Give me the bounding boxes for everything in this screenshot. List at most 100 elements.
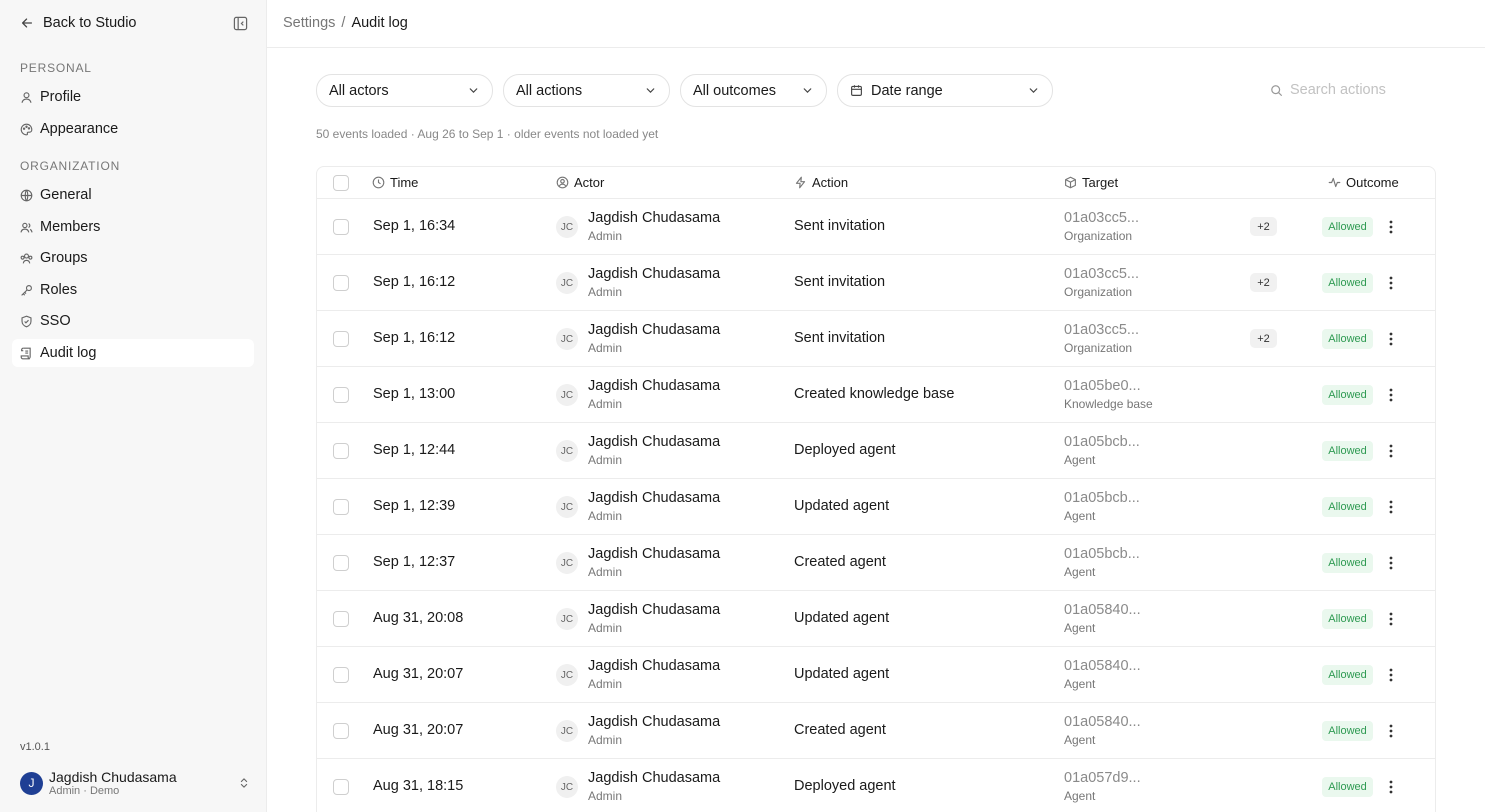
row-checkbox[interactable] <box>333 779 349 795</box>
table-row[interactable]: Aug 31, 20:08 JC Jagdish Chudasama Admin… <box>317 591 1435 647</box>
target-id[interactable]: 01a03cc5... <box>1064 322 1139 338</box>
row-actions-button[interactable] <box>1383 385 1399 405</box>
breadcrumb-audit-log: Audit log <box>351 15 408 31</box>
more-vertical-icon <box>1389 444 1393 458</box>
table-row[interactable]: Sep 1, 16:12 JC Jagdish Chudasama Admin … <box>317 255 1435 311</box>
event-action: Updated agent <box>794 498 890 514</box>
row-actions-button[interactable] <box>1383 553 1399 573</box>
column-header-outcome[interactable]: Outcome <box>1328 175 1399 190</box>
app-version: v1.0.1 <box>20 741 50 753</box>
search-box <box>1270 80 1440 100</box>
sidebar-item-label: Members <box>40 219 101 235</box>
row-actions-button[interactable] <box>1383 441 1399 461</box>
row-actions-button[interactable] <box>1383 329 1399 349</box>
row-actions-button[interactable] <box>1383 665 1399 685</box>
table-row[interactable]: Sep 1, 13:00 JC Jagdish Chudasama Admin … <box>317 367 1435 423</box>
event-action: Sent invitation <box>794 274 886 290</box>
target-id[interactable]: 01a05bcb... <box>1064 434 1140 450</box>
more-targets-badge[interactable]: +2 <box>1250 217 1277 236</box>
table-row[interactable]: Sep 1, 12:39 JC Jagdish Chudasama Admin … <box>317 479 1435 535</box>
outcome-badge: Allowed <box>1322 777 1373 797</box>
sidebar-item-audit-log[interactable]: Audit log <box>12 339 254 367</box>
actor-role: Admin <box>588 789 623 803</box>
actor-avatar: JC <box>556 776 578 798</box>
row-checkbox[interactable] <box>333 443 349 459</box>
column-header-action[interactable]: Action <box>794 175 848 190</box>
back-to-studio-button[interactable]: Back to Studio <box>20 15 137 31</box>
actors-filter[interactable]: All actors <box>316 74 493 107</box>
search-actions-input[interactable] <box>1290 82 1430 98</box>
more-vertical-icon <box>1389 612 1393 626</box>
table-row[interactable]: Aug 31, 18:15 JC Jagdish Chudasama Admin… <box>317 759 1435 812</box>
sidebar-item-profile[interactable]: Profile <box>12 83 254 111</box>
column-header-actor[interactable]: Actor <box>556 175 604 190</box>
actions-filter[interactable]: All actions <box>503 74 670 107</box>
more-targets-badge[interactable]: +2 <box>1250 329 1277 348</box>
column-header-time[interactable]: Time <box>372 175 418 190</box>
breadcrumb-settings[interactable]: Settings <box>283 15 335 31</box>
more-vertical-icon <box>1389 220 1393 234</box>
sidebar-item-groups[interactable]: Groups <box>12 244 254 272</box>
target-id[interactable]: 01a03cc5... <box>1064 266 1139 282</box>
date-range-filter[interactable]: Date range <box>837 74 1053 107</box>
target-id[interactable]: 01a05840... <box>1064 714 1141 730</box>
search-icon <box>1271 84 1282 96</box>
target-id[interactable]: 01a05bcb... <box>1064 546 1140 562</box>
row-checkbox[interactable] <box>333 331 349 347</box>
row-checkbox[interactable] <box>333 387 349 403</box>
outcomes-filter[interactable]: All outcomes <box>680 74 827 107</box>
row-actions-button[interactable] <box>1383 497 1399 517</box>
row-actions-button[interactable] <box>1383 609 1399 629</box>
target-id[interactable]: 01a05bcb... <box>1064 490 1140 506</box>
table-row[interactable]: Sep 1, 12:44 JC Jagdish Chudasama Admin … <box>317 423 1435 479</box>
row-actions-button[interactable] <box>1383 777 1399 797</box>
target-id[interactable]: 01a05be0... <box>1064 378 1141 394</box>
select-all-checkbox[interactable] <box>333 175 349 191</box>
table-row[interactable]: Aug 31, 20:07 JC Jagdish Chudasama Admin… <box>317 703 1435 759</box>
sidebar-item-sso[interactable]: SSO <box>12 307 254 335</box>
more-vertical-icon <box>1389 668 1393 682</box>
row-checkbox[interactable] <box>333 611 349 627</box>
row-checkbox[interactable] <box>333 499 349 515</box>
actor-role: Admin <box>588 285 623 299</box>
sidebar-item-label: Roles <box>40 282 78 298</box>
column-header-target[interactable]: Target <box>1064 175 1118 190</box>
sidebar-item-general[interactable]: General <box>12 181 254 209</box>
target-id[interactable]: 01a05840... <box>1064 602 1141 618</box>
row-actions-button[interactable] <box>1383 273 1399 293</box>
row-checkbox[interactable] <box>333 219 349 235</box>
target-id[interactable]: 01a05840... <box>1064 658 1141 674</box>
user-menu[interactable]: J Jagdish Chudasama Admin · Demo <box>20 768 250 798</box>
row-actions-button[interactable] <box>1383 721 1399 741</box>
actor-avatar: JC <box>556 384 578 406</box>
more-vertical-icon <box>1389 276 1393 290</box>
row-checkbox[interactable] <box>333 275 349 291</box>
sidebar-item-members[interactable]: Members <box>12 213 254 241</box>
actor-name: Jagdish Chudasama <box>588 770 721 786</box>
chevrons-up-down-icon <box>240 778 248 788</box>
user-role-org: Admin · Demo <box>49 784 120 797</box>
sidebar-item-appearance[interactable]: Appearance <box>12 115 254 143</box>
row-checkbox[interactable] <box>333 555 349 571</box>
row-actions-button[interactable] <box>1383 217 1399 237</box>
top-bar: Settings / Audit log <box>267 0 1485 48</box>
sidebar-item-label: General <box>40 187 92 203</box>
row-checkbox[interactable] <box>333 667 349 683</box>
more-targets-badge[interactable]: +2 <box>1250 273 1277 292</box>
row-checkbox[interactable] <box>333 723 349 739</box>
table-row[interactable]: Aug 31, 20:07 JC Jagdish Chudasama Admin… <box>317 647 1435 703</box>
target-id[interactable]: 01a057d9... <box>1064 770 1141 786</box>
chevron-down-icon <box>646 88 655 93</box>
section-label-personal: PERSONAL <box>20 61 92 75</box>
target-type: Agent <box>1064 565 1096 579</box>
event-time: Sep 1, 13:00 <box>373 386 456 402</box>
table-row[interactable]: Sep 1, 16:34 JC Jagdish Chudasama Admin … <box>317 199 1435 255</box>
table-row[interactable]: Sep 1, 16:12 JC Jagdish Chudasama Admin … <box>317 311 1435 367</box>
table-row[interactable]: Sep 1, 12:37 JC Jagdish Chudasama Admin … <box>317 535 1435 591</box>
event-action: Updated agent <box>794 666 890 682</box>
collapse-sidebar-button[interactable] <box>233 16 248 31</box>
target-id[interactable]: 01a03cc5... <box>1064 210 1139 226</box>
arrow-left-icon <box>21 18 33 28</box>
sidebar-item-roles[interactable]: Roles <box>12 276 254 304</box>
sidebar-collapse-icon <box>233 16 248 30</box>
